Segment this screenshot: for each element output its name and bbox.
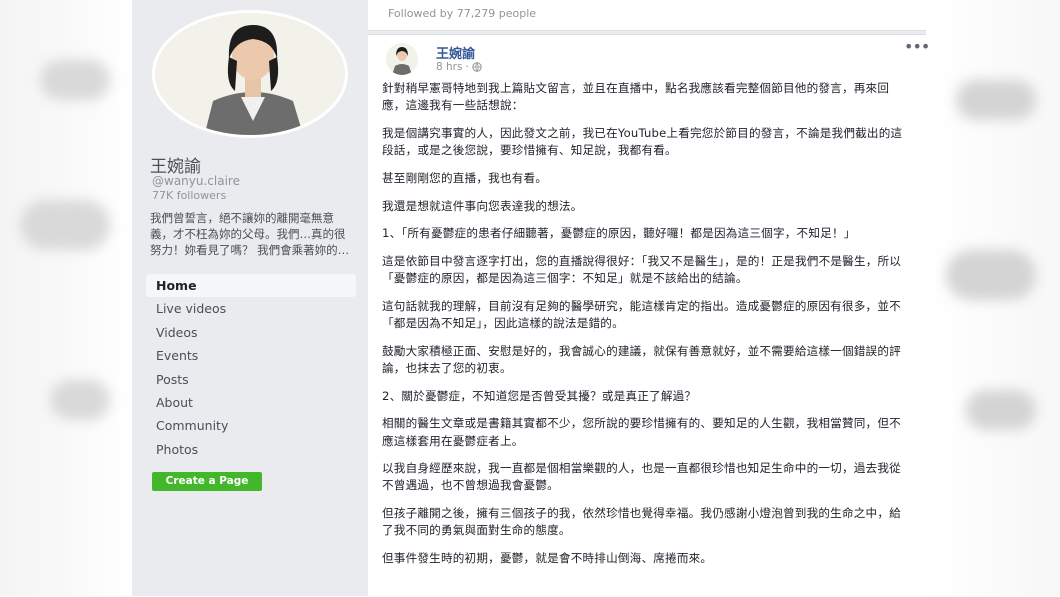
page-sidebar: 王婉諭 @wanyu.claire 77K followers 我們曾誓言，絕不… [132,0,368,596]
author-portrait-icon [386,43,418,75]
nav-item-home[interactable]: Home [146,274,356,298]
nav-item-videos[interactable]: Videos [146,321,356,344]
page-nav: Home Live videos Videos Events Posts Abo… [146,274,356,461]
post-body: 針對稍早憲哥特地到我上篇貼文留言，並且在直播中，點名我應該看完整個節目他的發言，… [382,80,906,578]
post-paragraph: 以我自身經歷來說，我一直都是個相當樂觀的人，也是一直都很珍惜也知足生命中的一切，… [382,461,901,493]
nav-item-photos[interactable]: Photos [146,438,356,461]
followed-by-text: Followed by 77,279 people [388,7,537,20]
post-paragraph: 我還是想就這件事向您表達我的想法。 [382,198,583,213]
page-bio: 我們曾誓言，絕不讓妳的離開毫無意義，才不枉為妳的父母。我們…真的很努力！妳看見了… [150,211,350,257]
post-paragraph: 但孩子離開之後，擁有三個孩子的我，依然珍惜也覺得幸福。我仍感謝小燈泡曾到我的生命… [382,506,901,538]
profile-portrait-icon [155,13,345,135]
post-meta: 8 hrs · [436,61,482,73]
post-paragraph: 針對稍早憲哥特地到我上篇貼文留言，並且在直播中，點名我應該看完整個節目他的發言，… [382,81,890,113]
profile-avatar[interactable] [152,10,348,138]
post-paragraph: 但事件發生時的初期，憂鬱，就是會不時排山倒海、席捲而來。 [382,551,713,566]
create-page-button[interactable]: Create a Page [152,472,262,491]
blurred-background-right [926,0,1060,596]
main-feed: Followed by 77,279 people 王婉諭 8 hrs · ••… [368,0,930,597]
post-paragraph: 這句話就我的理解，目前沒有足夠的醫學研究，能這樣肯定的指出。造成憂鬱症的原因有很… [382,298,901,331]
nav-item-community[interactable]: Community [146,414,356,437]
post-paragraph: 我是個講究事實的人，因此發文之前，我已在YouTube上看完您於節目的發言，不論… [382,125,903,158]
page-handle: @wanyu.claire [152,174,240,188]
blurred-background-left [0,0,132,596]
post-paragraph: 相關的醫生文章或是書籍其實都不少，您所說的要珍惜擁有的、要知足的人生觀，我相當贊… [382,416,901,448]
nav-item-posts[interactable]: Posts [146,368,356,391]
post-timestamp[interactable]: 8 hrs [436,61,462,73]
post-paragraph: 這是依節目中發言逐字打出，您的直播說得很好：「我又不是醫生」，是的！正是我們不是… [382,253,902,286]
globe-icon [472,62,482,72]
post-paragraph: 鼓勵大家積極正面、安慰是好的，我會誠心的建議，就保有善意就好，並不需要給這樣一個… [382,343,901,375]
post-paragraph: 1、「所有憂鬱症的患者仔細聽著，憂鬱症的原因，聽好囉！都是因為這三個字，不知足！… [382,226,856,241]
post-paragraph: 2、關於憂鬱症，不知道您是否曾受其擾？或是真正了解過？ [382,388,697,403]
nav-item-about[interactable]: About [146,391,356,414]
followed-by-card: Followed by 77,279 people [368,0,926,31]
post-paragraph: 甚至剛剛您的直播，我也有看。 [382,170,548,185]
more-options-icon[interactable]: ••• [904,37,930,56]
nav-item-live-videos[interactable]: Live videos [146,297,356,320]
meta-separator: · [465,61,469,73]
post-author-name[interactable]: 王婉諭 [436,43,475,62]
follower-count: 77K followers [152,189,227,202]
nav-item-events[interactable]: Events [146,344,356,367]
post-author-avatar[interactable] [386,43,418,75]
post-card: 王婉諭 8 hrs · ••• 針對稍早憲哥特地到我上篇貼文留言，並且在直播中，… [368,34,930,597]
